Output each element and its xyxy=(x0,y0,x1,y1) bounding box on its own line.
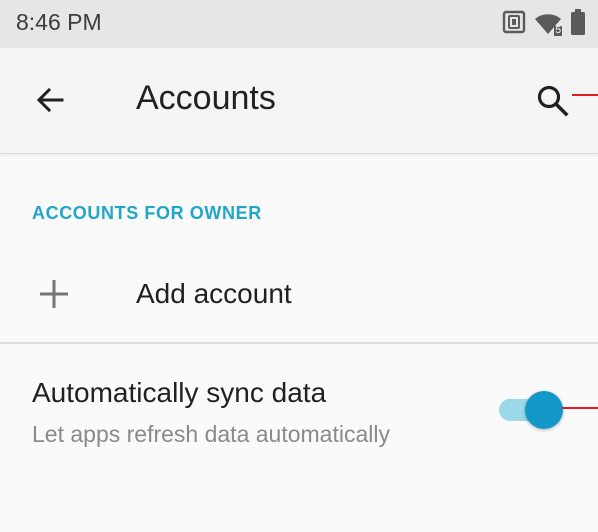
arrow-back-icon xyxy=(34,84,66,121)
sync-title: Automatically sync data xyxy=(32,377,327,408)
sync-setting-row[interactable]: Automatically sync data Let apps refresh… xyxy=(0,344,598,464)
search-button[interactable] xyxy=(531,81,573,123)
nfc-icon xyxy=(502,10,526,39)
add-account-row[interactable]: Add account xyxy=(0,252,598,342)
battery-icon xyxy=(570,8,586,40)
status-bar: 8:46 PM 5 xyxy=(0,0,598,48)
status-time: 8:46 PM xyxy=(16,9,102,35)
sync-toggle[interactable] xyxy=(497,390,563,430)
accounts-screen: 8:46 PM 5 Accounts ACCOUNTS FOR OWNER Ad… xyxy=(0,0,598,532)
add-account-label: Add account xyxy=(136,278,292,309)
wifi-icon: 5 xyxy=(534,12,562,36)
plus-icon xyxy=(38,278,70,310)
app-bar: Accounts xyxy=(0,48,598,154)
status-icons: 5 xyxy=(502,8,586,40)
page-title: Accounts xyxy=(136,79,276,117)
annotation-line-search xyxy=(572,94,598,96)
sync-subtitle: Let apps refresh data automatically xyxy=(32,421,390,447)
section-header: ACCOUNTS FOR OWNER xyxy=(32,203,262,223)
search-icon xyxy=(535,83,569,122)
back-button[interactable] xyxy=(30,82,70,122)
toggle-thumb xyxy=(525,391,563,429)
annotation-line-toggle xyxy=(562,407,598,409)
wifi-band-label: 5 xyxy=(554,25,562,36)
